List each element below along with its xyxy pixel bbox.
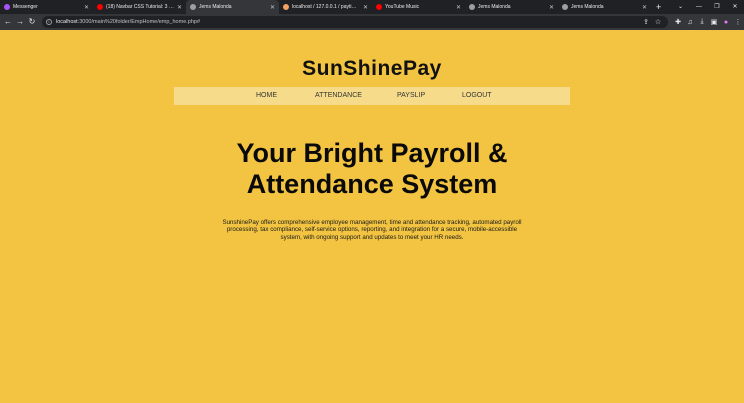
tab-search-dropdown-icon[interactable]: ⌄ bbox=[678, 0, 683, 14]
back-arrow-icon[interactable]: ← bbox=[2, 14, 14, 30]
tab-title: (18) Navbar CSS Tutorial: 3 Wo... bbox=[106, 4, 174, 10]
tab-jems-malonda-active[interactable]: Jems Malonda ✕ bbox=[186, 0, 279, 14]
brand-title: SunShinePay bbox=[302, 57, 442, 80]
hero-heading: Your Bright Payroll & Attendance System bbox=[0, 138, 744, 200]
reload-icon[interactable]: ↻ bbox=[26, 14, 38, 30]
new-tab-button[interactable]: + bbox=[651, 0, 666, 14]
phpmyadmin-icon bbox=[283, 4, 289, 10]
hero-description: SunshinePay offers comprehensive employe… bbox=[222, 219, 522, 241]
extensions-icon[interactable]: ✚ bbox=[672, 18, 684, 26]
forward-arrow-icon[interactable]: → bbox=[14, 14, 26, 30]
close-icon[interactable]: ✕ bbox=[177, 4, 182, 11]
download-icon[interactable]: ⤓ bbox=[696, 18, 708, 26]
side-panel-icon[interactable]: ▣ bbox=[708, 18, 720, 26]
close-icon[interactable]: ✕ bbox=[270, 4, 275, 11]
tab-jems-malonda-3[interactable]: Jems Malonda ✕ bbox=[558, 0, 651, 14]
nav-payslip-link[interactable]: PAYSLIP bbox=[397, 87, 425, 105]
menu-kebab-icon[interactable]: ⋮ bbox=[732, 18, 744, 26]
nav-logout-link[interactable]: LOGOUT bbox=[462, 87, 492, 105]
minimize-icon[interactable]: — bbox=[690, 0, 708, 14]
globe-icon bbox=[190, 4, 196, 10]
bookmark-star-icon[interactable]: ☆ bbox=[652, 18, 664, 26]
globe-icon bbox=[562, 4, 568, 10]
url-host: localhost bbox=[56, 19, 78, 25]
tab-title: Jems Malonda bbox=[478, 4, 511, 10]
close-icon[interactable]: ✕ bbox=[363, 4, 368, 11]
nav-attendance-link[interactable]: ATTENDANCE bbox=[315, 87, 362, 105]
close-icon[interactable]: ✕ bbox=[456, 4, 461, 11]
close-icon[interactable]: ✕ bbox=[642, 4, 647, 11]
browser-tab-strip: Messenger ✕ (18) Navbar CSS Tutorial: 3 … bbox=[0, 0, 744, 14]
main-nav: HOME ATTENDANCE PAYSLIP LOGOUT bbox=[174, 87, 570, 105]
hero-line-1: Your Bright Payroll & bbox=[236, 138, 508, 168]
messenger-icon bbox=[4, 4, 10, 10]
toolbar-actions: ⇪ ☆ ✚ ♫ ⤓ ▣ ● ⋮ bbox=[640, 14, 744, 30]
share-icon[interactable]: ⇪ bbox=[640, 18, 652, 26]
tab-title: YouTube Music bbox=[385, 4, 420, 10]
tab-navbar-tutorial[interactable]: (18) Navbar CSS Tutorial: 3 Wo... ✕ bbox=[93, 0, 186, 14]
restore-icon[interactable]: ❐ bbox=[708, 0, 726, 14]
hero-line-2: Attendance System bbox=[246, 169, 498, 199]
window-controls: — ❐ ✕ bbox=[690, 0, 744, 14]
close-icon[interactable]: ✕ bbox=[549, 4, 554, 11]
globe-icon bbox=[469, 4, 475, 10]
close-icon[interactable]: ✕ bbox=[84, 4, 89, 11]
tab-title: Messenger bbox=[13, 4, 38, 10]
nav-home-link[interactable]: HOME bbox=[256, 87, 277, 105]
url-path: :3000/main%20folder/EmpHome/emp_home.php… bbox=[77, 19, 201, 25]
youtube-icon bbox=[97, 4, 103, 10]
tab-title: Jems Malonda bbox=[571, 4, 604, 10]
profile-avatar[interactable]: ● bbox=[720, 19, 732, 26]
tab-messenger[interactable]: Messenger ✕ bbox=[0, 0, 93, 14]
tab-youtube-music[interactable]: YouTube Music ✕ bbox=[372, 0, 465, 14]
tab-phpmyadmin[interactable]: localhost / 127.0.0.1 / paytime... ✕ bbox=[279, 0, 372, 14]
media-icon[interactable]: ♫ bbox=[684, 19, 696, 26]
window-close-icon[interactable]: ✕ bbox=[726, 0, 744, 14]
tab-jems-malonda-2[interactable]: Jems Malonda ✕ bbox=[465, 0, 558, 14]
address-bar[interactable]: i localhost:3000/main%20folder/EmpHome/e… bbox=[42, 16, 668, 28]
tab-title: Jems Malonda bbox=[199, 4, 232, 10]
youtube-music-icon bbox=[376, 4, 382, 10]
browser-toolbar: ← → ↻ i localhost:3000/main%20folder/Emp… bbox=[0, 14, 744, 30]
site-info-icon[interactable]: i bbox=[46, 19, 52, 25]
tab-title: localhost / 127.0.0.1 / paytime... bbox=[292, 4, 360, 10]
